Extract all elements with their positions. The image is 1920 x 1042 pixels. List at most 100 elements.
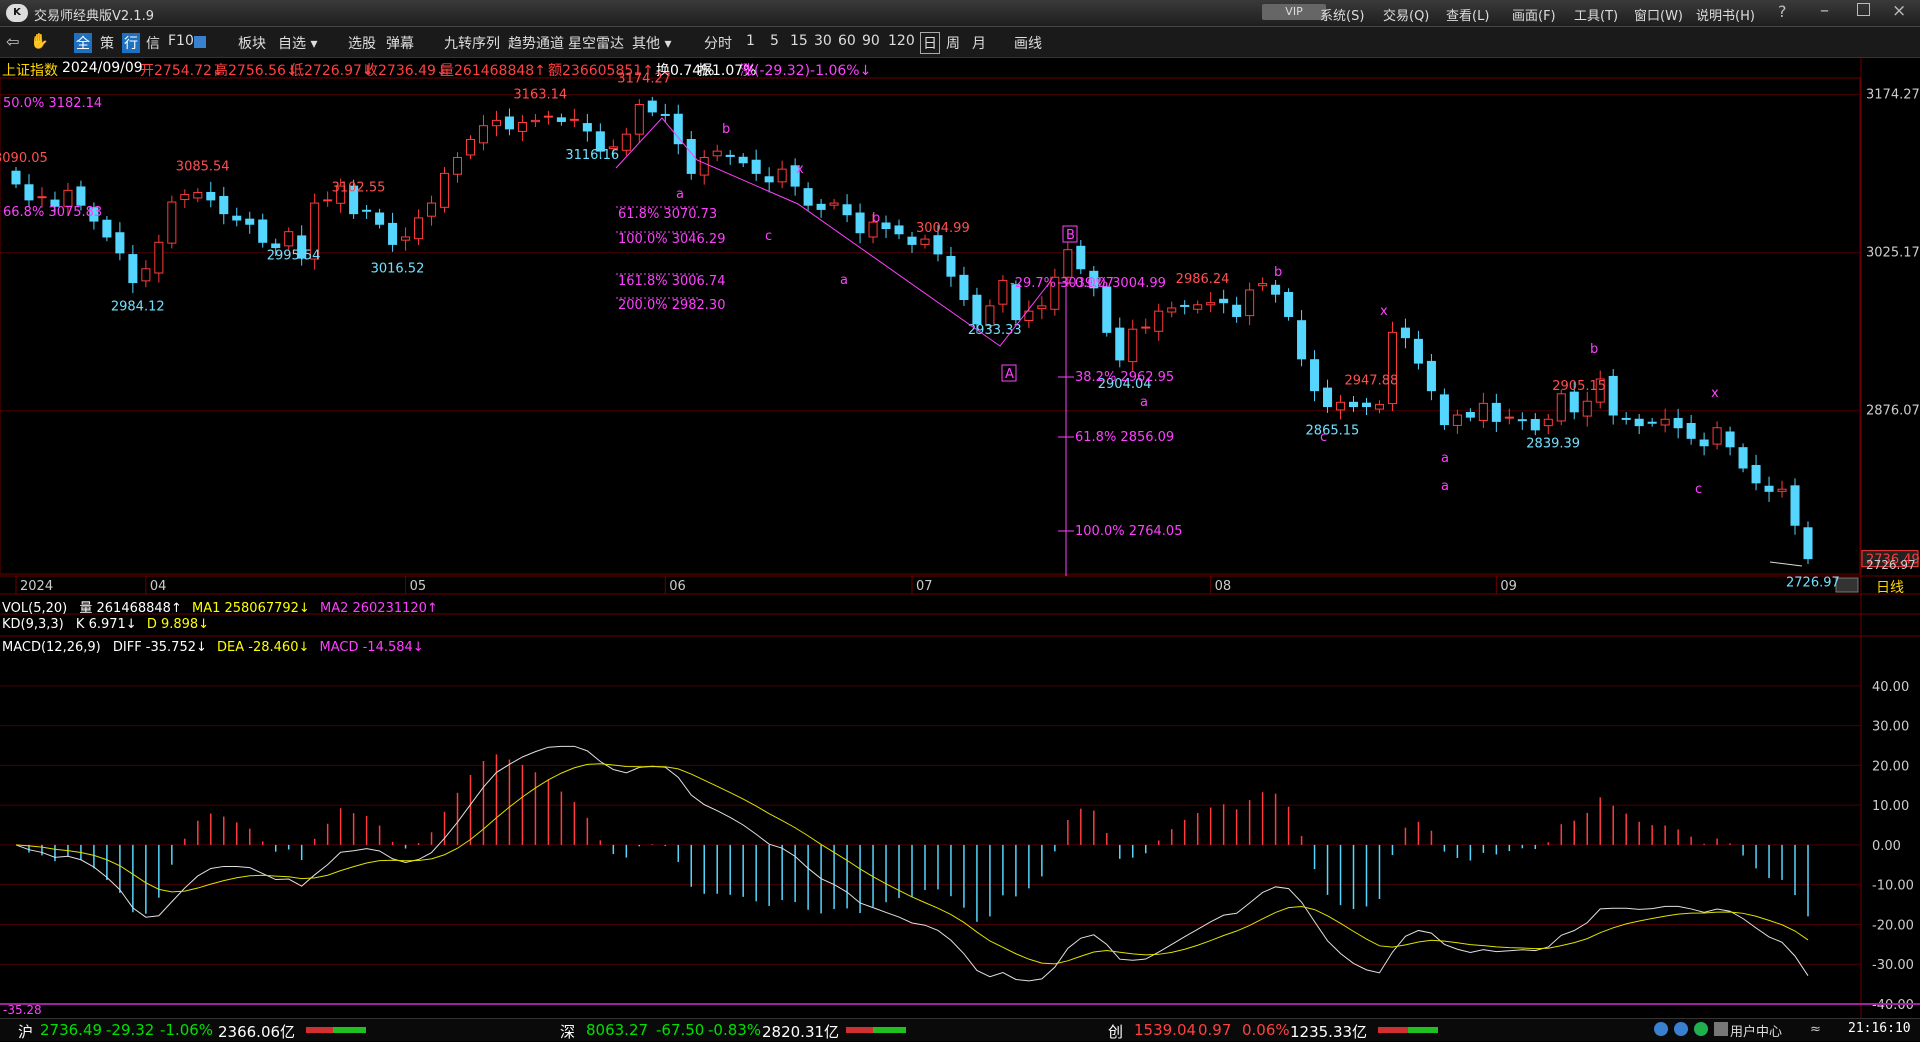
home-icon[interactable] [1714,1022,1728,1036]
macd-y-tick-label: 20.00 [1872,759,1909,774]
candle-body [1582,400,1592,417]
macd-macd: MACD -14.584↓ [319,640,424,655]
x-tick-label: 06 [669,579,686,594]
candle-body [816,203,826,210]
x-tick-label: 07 [916,579,933,594]
kd-k: K 6.971↓ [75,617,137,632]
candle-body [1803,527,1813,560]
candle-body [1647,421,1657,424]
candle-body [258,219,268,243]
candle-body [803,188,813,206]
candle-body [1335,401,1346,411]
macd-title: MACD(12,26,9) [2,640,101,655]
user-center-link[interactable]: 用户中心 [1730,1021,1782,1040]
candle-body [245,218,255,225]
candle-body [401,236,411,241]
macd-y-tick-label: 10.00 [1872,799,1909,814]
candle-body [1141,326,1151,329]
macd-bottom-value: -35.28 [3,1003,42,1017]
coin-icon[interactable] [1674,1022,1688,1036]
sh-label[interactable]: 沪 [18,1021,33,1042]
candle-body [1245,289,1255,317]
wechat-icon[interactable] [1694,1022,1708,1036]
candle-body [504,116,514,130]
candle-body [1465,411,1475,418]
candle-body [842,204,852,216]
candle-body [1323,387,1333,408]
wave-mark: b [1274,265,1282,280]
x-tick-label: 09 [1500,579,1517,594]
s-icon[interactable] [1654,1022,1668,1036]
wave-mark: c [765,229,772,244]
candle-body [1764,485,1774,492]
fib-top-label: 50.0% 3182.14 [3,96,103,111]
candle-body [1530,418,1540,431]
cy-label[interactable]: 创 [1108,1021,1123,1042]
candle-body [1790,485,1800,526]
candle-body [1569,391,1579,413]
sz-label[interactable]: 深 [560,1021,575,1042]
vol-ma1: MA1 258067792↓ [191,601,310,616]
x-tick-label: 04 [150,579,167,594]
candle-body [1621,417,1631,420]
candle-body [102,219,112,238]
candle-body [1310,359,1320,392]
candle-body [1258,283,1268,287]
candle-body [37,196,47,199]
candle-body [128,254,138,284]
main-y-tick-label: 2876.07 [1866,404,1920,419]
candlestick-chart[interactable]: 3174.27 3025.17 2876.07 2024 04 05 06 07 08 09 309… [0,0,1920,1018]
macd-header: MACD(12,26,9) DIFF -35.752↓ DEA -28.460↓… [2,640,424,655]
period-label[interactable]: 日线 [1876,577,1904,597]
candle-body [63,189,73,207]
low-axis-label: 2726.97 [1866,558,1916,572]
sh-price: 2736.49 [40,1021,103,1039]
main-y-tick-label: 3025.17 [1866,246,1920,261]
wave-mark: a [676,187,684,202]
candle-body [1543,418,1553,427]
wave-mark: c [1695,482,1702,497]
candle-body [284,231,294,247]
candle-body [439,172,450,208]
wave-mark: a [840,273,848,288]
price-label: 2933.33 [968,323,1022,338]
candle-body [1284,292,1294,317]
candle-body [362,209,372,212]
candle-body [1686,423,1696,439]
wave-mark: x [796,162,804,177]
candle-body [634,103,644,135]
candle-body [946,255,956,277]
candle-body [414,217,424,240]
wave-mark: b [872,211,880,226]
candle-body [556,117,566,122]
x-tick-label: 05 [410,579,427,594]
candle-body [751,159,761,174]
candle-body [1751,464,1761,484]
sz-change: -67.50 [656,1021,705,1039]
candle-body [712,150,722,157]
candle-body [1738,447,1748,469]
price-label: 2839.39 [1526,436,1580,451]
candle-body [933,235,943,255]
candle-body [323,199,333,202]
macd-y-tick-label: 40.00 [1872,680,1909,695]
candle-body [855,212,865,234]
candle-body [1128,328,1138,363]
price-label: 2984.12 [111,300,165,315]
candle-body [1491,402,1501,422]
kd-title: KD(9,3,3) [2,617,64,632]
candle-body [11,170,21,185]
price-label: 3085.54 [176,159,230,174]
signal-icon: ≈ [1810,1022,1821,1037]
candle-body [1556,393,1566,422]
macd-diff: DIFF -35.752↓ [112,640,207,655]
candle-body [180,194,190,200]
fib-label: 100.0% 3046.29 [618,232,725,247]
candle-body [881,222,891,229]
candle-body [1634,418,1644,427]
candle-body [115,232,125,254]
candle-body [1374,403,1385,410]
sh-change: -29.32 [106,1021,155,1039]
candle-body [76,186,86,206]
candle-body [829,202,839,206]
